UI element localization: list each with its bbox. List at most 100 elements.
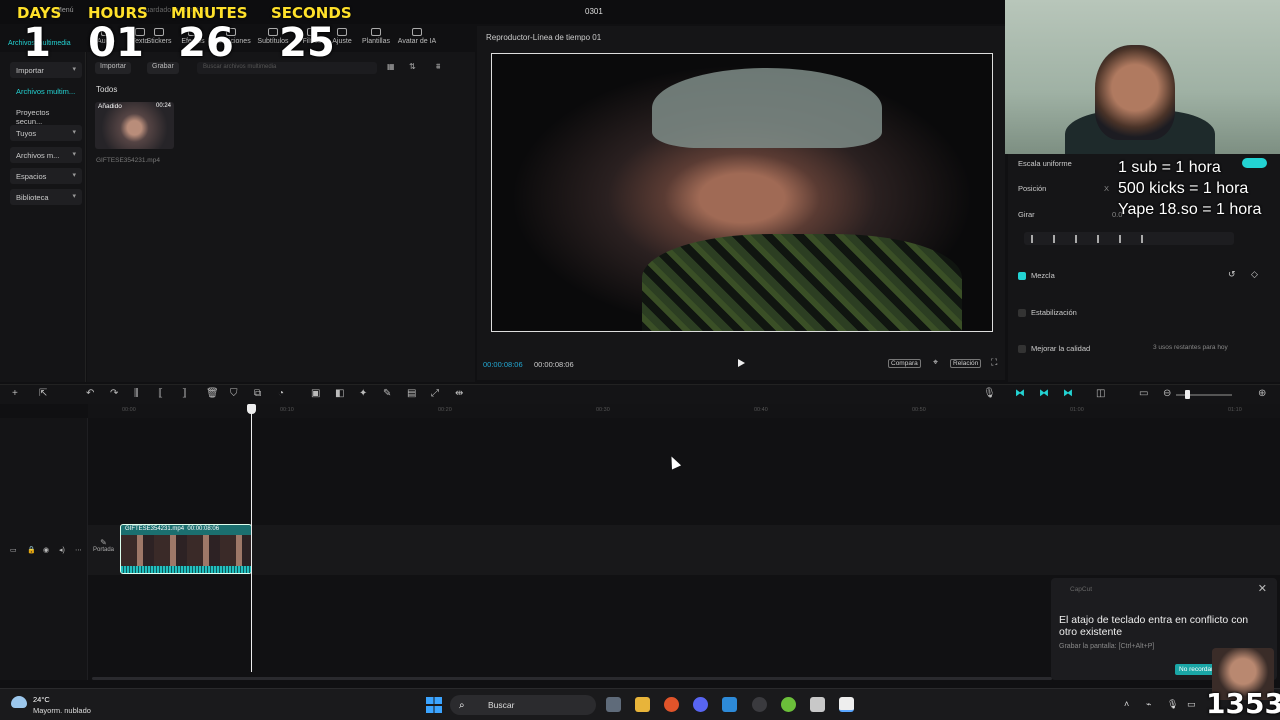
timeline-ruler[interactable]: 00:00 00:10 00:20 00:30 00:40 00:50 01:0… bbox=[88, 404, 1280, 418]
playhead[interactable] bbox=[251, 406, 252, 672]
chevron-up-icon[interactable]: ˄ bbox=[1124, 699, 1129, 709]
task-view-icon[interactable] bbox=[606, 697, 621, 712]
fullscreen-icon[interactable]: ⛶ bbox=[989, 357, 999, 368]
network-icon[interactable]: ⌁ bbox=[1146, 699, 1151, 710]
position-label: Posición bbox=[1018, 184, 1047, 193]
added-badge: Añadido bbox=[98, 103, 122, 110]
caption-icon[interactable]: ▤ bbox=[407, 389, 416, 399]
undo-icon[interactable]: ↶ bbox=[86, 389, 94, 399]
split-icon[interactable]: ⫼ bbox=[134, 389, 139, 399]
dont-remind-button[interactable]: No recordar bbox=[1175, 664, 1218, 675]
stabilization-checkbox[interactable] bbox=[1018, 309, 1026, 317]
snapshot-icon[interactable]: ⌖ bbox=[931, 357, 940, 368]
toast-message: El atajo de teclado entra en conflicto c… bbox=[1059, 614, 1249, 638]
ai-icon[interactable]: ✦ bbox=[359, 389, 367, 399]
audio-split-icon[interactable]: ⇹ bbox=[455, 389, 463, 399]
mirror-icon[interactable]: ◧ bbox=[335, 389, 344, 399]
weather-status[interactable]: Mayorm. nublado bbox=[33, 706, 91, 715]
close-icon[interactable]: ✕ bbox=[1258, 582, 1267, 595]
sidebar-item-files[interactable]: Archivos m... ▾ bbox=[10, 147, 82, 163]
magnet-icon[interactable]: ⧓ bbox=[1015, 389, 1025, 399]
split-audio-icon[interactable]: ◫ bbox=[1096, 389, 1105, 399]
tab-templates[interactable]: Plantillas bbox=[356, 26, 396, 45]
eye-icon[interactable]: ◉ bbox=[43, 546, 49, 556]
reset-icon[interactable]: ↺ bbox=[1228, 269, 1236, 280]
zoom-out-icon[interactable]: ⊖ bbox=[1163, 389, 1171, 399]
timeline-toolbar: + ⇱ ↶ ↷ ⫼ ⟦ ⟧ 🗑 ⛉ ⧉ ◔ ▣ ◧ ✦ ✎ ▤ ⤢ ⇹ 🎙 ⧓ … bbox=[0, 384, 1280, 404]
compare-button[interactable]: Compara bbox=[888, 359, 921, 368]
chrome-icon[interactable] bbox=[781, 697, 796, 712]
select-tool-icon[interactable]: ⇱ bbox=[39, 389, 47, 399]
countdown-days: DAYS 1 bbox=[17, 4, 61, 64]
main-track[interactable] bbox=[88, 525, 1280, 575]
position-x-label: X bbox=[1104, 184, 1110, 193]
zoom-slider-handle[interactable] bbox=[1185, 390, 1190, 399]
cover-button[interactable]: ✎ Portada bbox=[91, 538, 116, 553]
freeze-icon[interactable]: ▣ bbox=[311, 389, 320, 399]
quality-checkbox[interactable] bbox=[1018, 345, 1026, 353]
add-icon[interactable]: + bbox=[12, 389, 18, 399]
taskbar-search[interactable]: ⌕ Buscar bbox=[450, 695, 596, 715]
redo-icon[interactable]: ↷ bbox=[110, 389, 118, 399]
zoom-in-icon[interactable]: ⊕ bbox=[1258, 389, 1266, 399]
obs-icon[interactable] bbox=[752, 697, 767, 712]
grid-view-icon[interactable]: ▦ bbox=[387, 62, 395, 71]
windows-start-icon[interactable] bbox=[426, 697, 442, 713]
align-buttons[interactable] bbox=[1024, 232, 1234, 245]
microphone-icon[interactable]: 🎙 bbox=[983, 389, 996, 399]
ruler-tick: 00:00 bbox=[122, 407, 136, 413]
video-shirt-shape bbox=[642, 234, 962, 331]
caption-track-icon[interactable]: ▭ bbox=[1139, 389, 1148, 399]
sidebar-item-spaces[interactable]: Espacios ▾ bbox=[10, 168, 82, 184]
speaker-icon[interactable]: ◂) bbox=[59, 546, 65, 556]
speed-icon[interactable]: ◔ bbox=[278, 389, 284, 399]
weather-temperature[interactable]: 24°C bbox=[33, 695, 50, 704]
toast-app-name: CapCut bbox=[1070, 586, 1093, 593]
video-preview[interactable] bbox=[491, 53, 993, 332]
split-left-icon[interactable]: ⟦ bbox=[158, 389, 163, 399]
preview-axis-icon[interactable]: ⧓ bbox=[1063, 389, 1073, 399]
video-clip[interactable]: GIFTESE354231.mp4 00:00:08:06 bbox=[120, 524, 252, 574]
rotate-label: Girar bbox=[1018, 210, 1035, 219]
edit-icon: ✎ bbox=[100, 538, 107, 547]
stream-goals: 1 sub = 1 hora 500 kicks = 1 hora Yape 1… bbox=[1118, 157, 1261, 220]
filter-icon[interactable]: ⩩ bbox=[436, 62, 440, 72]
media-thumbnail[interactable]: Añadido 00:24 bbox=[95, 102, 174, 149]
goal-subs: 1 sub = 1 hora bbox=[1118, 159, 1221, 176]
playhead-handle[interactable] bbox=[247, 404, 256, 414]
track-layout-icon[interactable]: ▭ bbox=[10, 546, 17, 556]
filter-label[interactable]: Todos bbox=[96, 85, 117, 94]
toggle-switch[interactable] bbox=[1242, 158, 1267, 168]
tab-ai-avatar[interactable]: Avatar de IA bbox=[397, 26, 437, 45]
file-explorer-icon[interactable] bbox=[635, 697, 650, 712]
sidebar-item-subprojects[interactable]: Proyectos secun... bbox=[10, 104, 82, 126]
play-icon[interactable] bbox=[738, 359, 745, 367]
notepad-icon[interactable] bbox=[722, 697, 737, 712]
resize-icon[interactable]: ⤢ bbox=[431, 389, 439, 399]
sort-icon[interactable]: ⇅ bbox=[409, 62, 416, 71]
magic-icon[interactable]: ✎ bbox=[383, 389, 391, 399]
blend-checkbox[interactable] bbox=[1018, 272, 1026, 280]
display-icon[interactable]: ▭ bbox=[1187, 699, 1196, 710]
ratio-button[interactable]: Relación bbox=[950, 359, 982, 368]
link-icon[interactable]: ⧓ bbox=[1039, 389, 1049, 399]
crop-icon[interactable]: ⧉ bbox=[254, 389, 261, 399]
keyframe-icon[interactable]: ◇ bbox=[1251, 269, 1258, 280]
capcut-icon[interactable] bbox=[839, 697, 854, 712]
clip-waveform bbox=[121, 566, 251, 573]
sidebar-item-library[interactable]: Biblioteca ▾ bbox=[10, 189, 82, 205]
discord-icon[interactable] bbox=[693, 697, 708, 712]
video-cap-shape bbox=[652, 68, 882, 148]
brave-icon[interactable] bbox=[664, 697, 679, 712]
webcam-person-shape bbox=[1095, 45, 1175, 140]
timeline-scrollbar[interactable] bbox=[92, 677, 1052, 680]
marker-icon[interactable]: ⛉ bbox=[230, 389, 238, 399]
lock-icon[interactable]: 🔒 bbox=[27, 546, 36, 556]
more-icon[interactable]: ⋯ bbox=[75, 546, 82, 556]
delete-icon[interactable]: 🗑 bbox=[206, 389, 219, 399]
sidebar-item-media[interactable]: Archivos multim... bbox=[10, 83, 82, 99]
sidebar-item-yours[interactable]: Tuyos ▾ bbox=[10, 125, 82, 141]
microphone-tray-icon[interactable]: 🎙 bbox=[1167, 699, 1178, 710]
app-icon[interactable] bbox=[810, 697, 825, 712]
split-right-icon[interactable]: ⟧ bbox=[182, 389, 187, 399]
